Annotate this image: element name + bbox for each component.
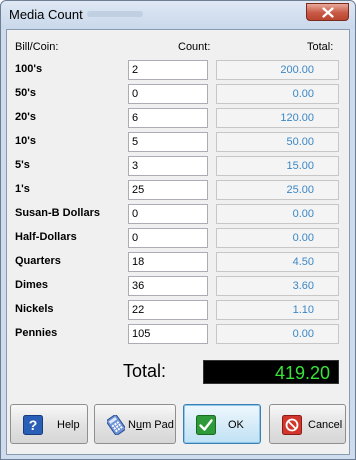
cancel-label: Cancel	[308, 419, 343, 431]
count-input[interactable]	[128, 300, 208, 320]
checkmark-icon	[196, 415, 216, 435]
row-total-field: 0.00	[216, 324, 339, 344]
question-icon: ?	[23, 415, 43, 435]
count-input[interactable]	[128, 108, 208, 128]
count-input[interactable]	[128, 84, 208, 104]
media-count-dialog: Media Count Bill/Coin: Count: Total: 100…	[0, 0, 356, 460]
header-total: Total:	[307, 41, 334, 53]
dialog-body: Bill/Coin: Count: Total: 100's 200.00 50's…	[6, 29, 350, 455]
row-total-field: 0.00	[216, 204, 339, 224]
denomination-row: Quarters 4.50	[7, 252, 349, 272]
denomination-row: 5's 15.00	[7, 156, 349, 176]
count-input[interactable]	[128, 204, 208, 224]
count-input[interactable]	[128, 276, 208, 296]
row-total-field: 1.10	[216, 300, 339, 320]
count-input[interactable]	[128, 132, 208, 152]
title-bar[interactable]: Media Count	[1, 1, 355, 29]
header-bill-coin: Bill/Coin:	[15, 41, 59, 53]
denomination-label: Susan-B Dollars	[15, 207, 100, 219]
close-button[interactable]	[306, 3, 349, 21]
denomination-label: 100's	[15, 63, 43, 75]
denomination-row: Pennies 0.00	[7, 324, 349, 344]
denomination-label: 1's	[15, 183, 30, 195]
denomination-label: 50's	[15, 87, 36, 99]
ok-button[interactable]: OK	[183, 404, 261, 444]
denomination-row: 10's 50.00	[7, 132, 349, 152]
help-button[interactable]: ? Help	[10, 404, 88, 444]
row-total-field: 25.00	[216, 180, 339, 200]
ok-label: OK	[228, 419, 244, 431]
svg-text:?: ?	[29, 417, 38, 433]
num-pad-label-suffix: m Pad	[142, 419, 174, 431]
denomination-row: Susan-B Dollars 0.00	[7, 204, 349, 224]
denomination-row: 100's 200.00	[7, 60, 349, 80]
denomination-label: 5's	[15, 159, 30, 171]
row-total-field: 0.00	[216, 228, 339, 248]
row-total-field: 120.00	[216, 108, 339, 128]
denomination-row: Nickels 1.10	[7, 300, 349, 320]
denomination-label: 20's	[15, 111, 36, 123]
denomination-label: Half-Dollars	[15, 231, 77, 243]
help-label: Help	[57, 419, 80, 431]
row-total-field: 200.00	[216, 60, 339, 80]
count-input[interactable]	[128, 180, 208, 200]
row-total-field: 4.50	[216, 252, 339, 272]
denomination-label: Quarters	[15, 255, 61, 267]
window-title: Media Count	[9, 7, 83, 22]
row-total-field: 3.60	[216, 276, 339, 296]
denomination-label: Nickels	[15, 303, 54, 315]
cancel-button[interactable]: Cancel	[269, 404, 346, 444]
denomination-label: 10's	[15, 135, 36, 147]
close-icon	[322, 7, 334, 18]
count-input[interactable]	[128, 252, 208, 272]
grand-total-label: Total:	[123, 361, 167, 381]
header-count: Count:	[178, 41, 211, 53]
denomination-row: Dimes 3.60	[7, 276, 349, 296]
row-total-field: 50.00	[216, 132, 339, 152]
denomination-row: 50's 0.00	[7, 84, 349, 104]
count-input[interactable]	[128, 324, 208, 344]
num-pad-label-prefix: N	[128, 419, 136, 431]
num-pad-button[interactable]: Num Pad	[94, 404, 176, 444]
count-input[interactable]	[128, 228, 208, 248]
no-entry-icon	[282, 415, 302, 435]
row-total-field: 0.00	[216, 84, 339, 104]
denomination-row: Half-Dollars 0.00	[7, 228, 349, 248]
denomination-label: Dimes	[15, 279, 49, 291]
count-input[interactable]	[128, 60, 208, 80]
denomination-label: Pennies	[15, 327, 58, 339]
title-bar-glare	[87, 11, 143, 17]
row-total-field: 15.00	[216, 156, 339, 176]
count-input[interactable]	[128, 156, 208, 176]
num-pad-label: Num Pad	[128, 419, 174, 431]
numpad-icon	[107, 415, 125, 435]
denomination-row: 20's 120.00	[7, 108, 349, 128]
grand-total-display: 419.20	[203, 360, 339, 384]
denomination-row: 1's 25.00	[7, 180, 349, 200]
